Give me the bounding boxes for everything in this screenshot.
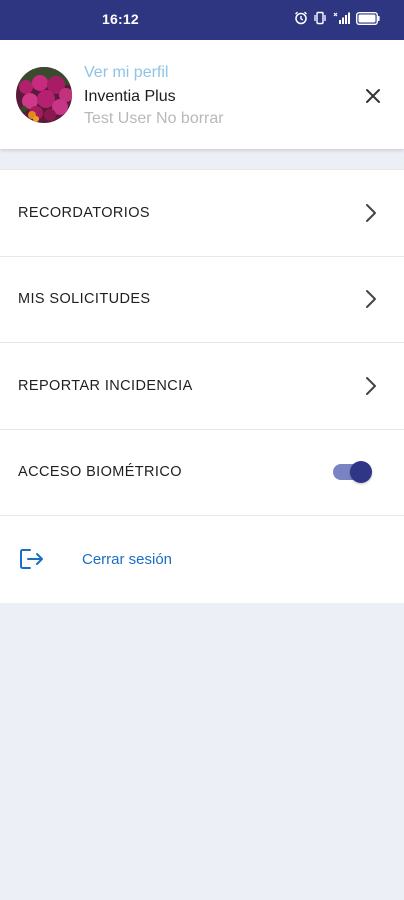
signal-icon (332, 11, 350, 25)
profile-name: Inventia Plus (84, 88, 176, 105)
profile-card[interactable]: Ver mi perfil Inventia Plus Test User No… (0, 40, 404, 149)
logout-icon (19, 548, 45, 570)
status-time: 16:12 (102, 11, 139, 27)
alarm-icon (294, 11, 308, 25)
close-icon (366, 89, 380, 103)
chevron-right-icon (364, 289, 378, 309)
view-profile-link[interactable]: Ver mi perfil (84, 64, 168, 82)
toggle-knob (350, 461, 372, 484)
status-bar: 16:12 (0, 0, 404, 40)
biometric-toggle[interactable] (332, 460, 374, 484)
menu-list: RECORDATORIOS MIS SOLICITUDES REPORTAR I… (0, 169, 404, 603)
menu-item-label: REPORTAR INCIDENCIA (18, 377, 193, 394)
close-button[interactable] (360, 83, 386, 109)
logout-button[interactable]: Cerrar sesión (0, 516, 404, 603)
menu-item-mis-solicitudes[interactable]: MIS SOLICITUDES (0, 257, 404, 343)
profile-subtitle: Test User No borrar (84, 110, 224, 127)
menu-item-label: ACCESO BIOMÉTRICO (18, 464, 182, 481)
chevron-right-icon (364, 376, 378, 396)
menu-item-label: RECORDATORIOS (18, 204, 150, 221)
flower-photo (16, 67, 72, 123)
avatar[interactable] (16, 67, 72, 123)
menu-item-reportar-incidencia[interactable]: REPORTAR INCIDENCIA (0, 343, 404, 430)
logout-label: Cerrar sesión (82, 550, 173, 568)
chevron-right-icon (364, 203, 378, 223)
menu-item-label: MIS SOLICITUDES (18, 291, 151, 308)
battery-icon (356, 11, 380, 25)
menu-item-recordatorios[interactable]: RECORDATORIOS (0, 170, 404, 257)
status-icons (294, 11, 380, 25)
menu-item-acceso-biometrico: ACCESO BIOMÉTRICO (0, 430, 404, 516)
vibrate-icon (314, 11, 326, 25)
